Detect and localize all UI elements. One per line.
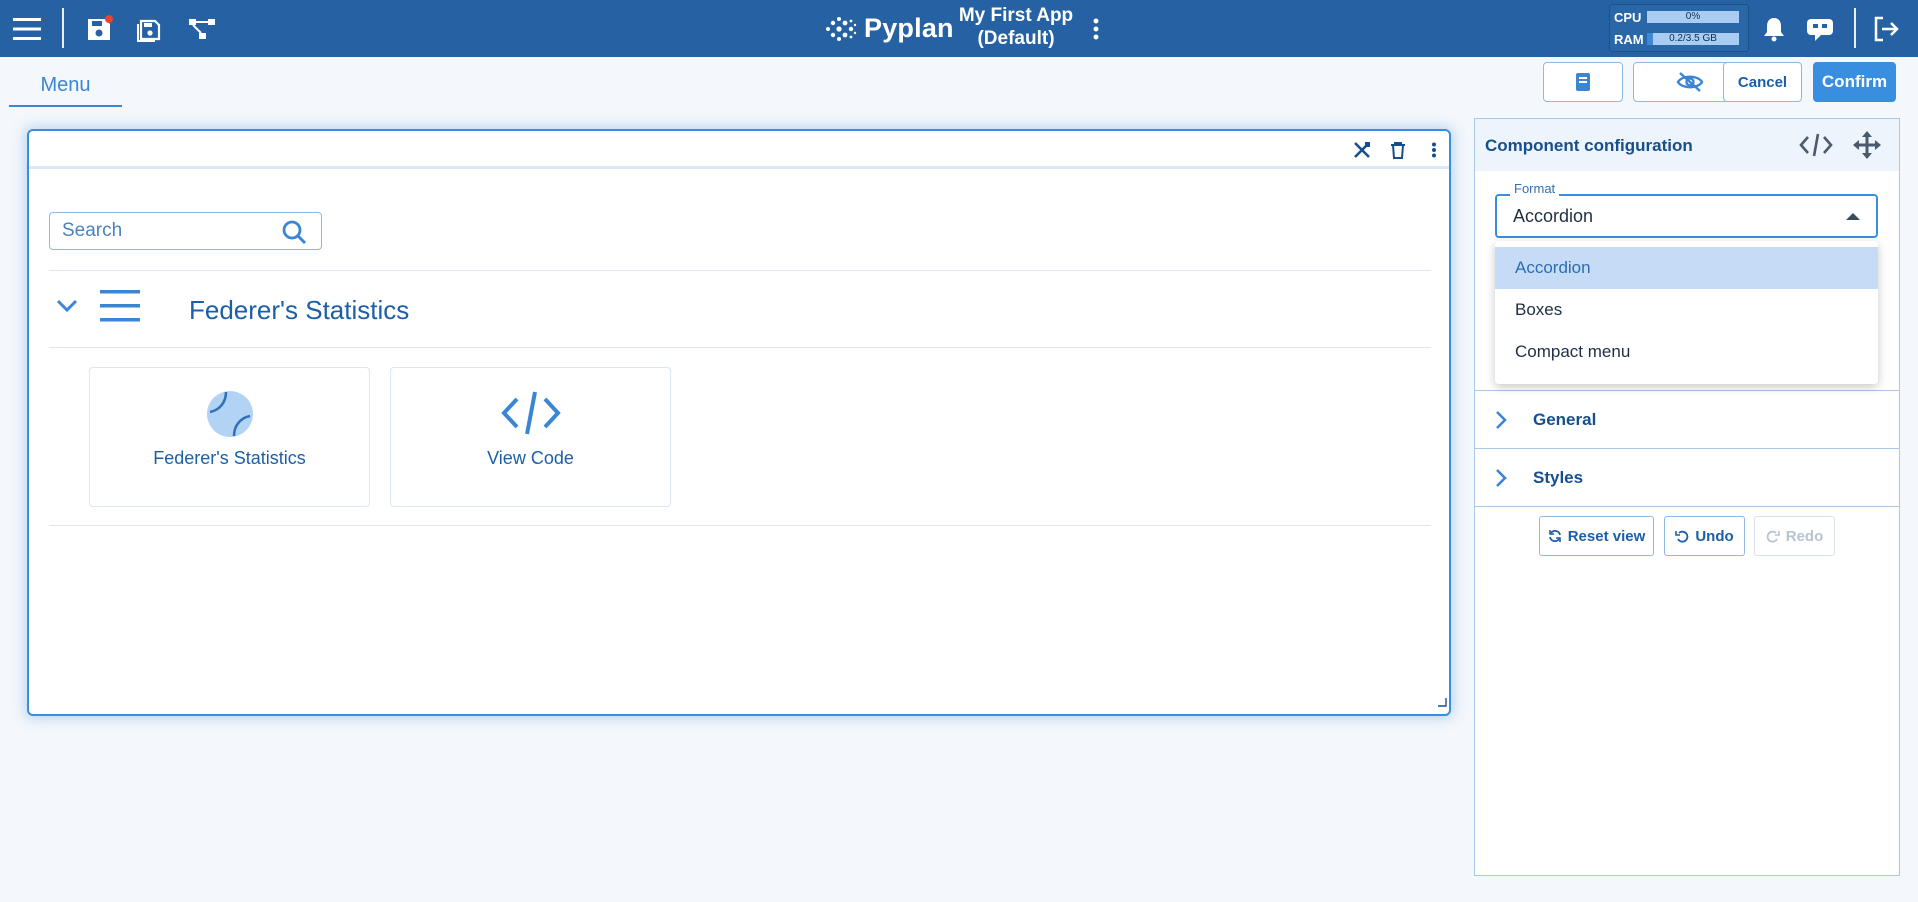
- format-option-compact-menu[interactable]: Compact menu: [1495, 331, 1878, 373]
- cpu-row: CPU: [1614, 10, 1641, 25]
- search-input[interactable]: [62, 218, 272, 244]
- panel-title: Component configuration: [1485, 136, 1693, 155]
- documentation-button[interactable]: [1543, 62, 1623, 102]
- chevron-right-icon: [1495, 468, 1507, 493]
- cpu-label: CPU: [1614, 10, 1642, 25]
- list-menu-icon: [99, 288, 141, 329]
- chevron-down-icon[interactable]: [55, 298, 79, 319]
- move-icon[interactable]: [1850, 129, 1884, 161]
- card-label: View Code: [487, 448, 574, 468]
- accordion-header[interactable]: Federer's Statistics: [49, 272, 1431, 348]
- panel-header: Component configuration: [1475, 119, 1899, 171]
- assistant-robot-icon[interactable]: [1803, 0, 1837, 57]
- search-box[interactable]: [49, 212, 322, 250]
- resource-monitor: CPU 0% RAM 0.2/3.5 GB: [1609, 4, 1749, 52]
- separator: [62, 8, 64, 48]
- format-option-boxes[interactable]: Boxes: [1495, 289, 1878, 331]
- eye-off-icon: [1676, 72, 1703, 92]
- app-title: My First App (Default): [950, 4, 1082, 50]
- ram-bar-fill: [1647, 33, 1653, 45]
- confirm-button[interactable]: Confirm: [1813, 62, 1896, 102]
- menu-card[interactable]: View Code: [390, 367, 671, 507]
- sub-bar: [0, 57, 1918, 117]
- card-label: Federer's Statistics: [153, 448, 306, 468]
- format-value: Accordion: [1513, 206, 1594, 226]
- divider: [49, 525, 1431, 526]
- redo-button[interactable]: Redo: [1754, 516, 1835, 556]
- section-label: Styles: [1533, 468, 1584, 487]
- component-toolbar: [29, 131, 1449, 169]
- hamburger-menu-icon[interactable]: [10, 0, 44, 57]
- search-icon[interactable]: [281, 219, 307, 250]
- section-styles[interactable]: Styles: [1475, 448, 1899, 506]
- brand-name: Pyplan: [864, 13, 954, 43]
- section-general[interactable]: General: [1475, 390, 1899, 448]
- chevron-right-icon: [1495, 410, 1507, 435]
- code-icon[interactable]: [1799, 129, 1833, 161]
- code-icon: [500, 390, 561, 441]
- undo-button[interactable]: Undo: [1664, 516, 1745, 556]
- ram-row: RAM: [1614, 32, 1644, 47]
- format-option-accordion[interactable]: Accordion: [1495, 247, 1878, 289]
- accordion-title: Federer's Statistics: [189, 295, 410, 325]
- top-bar: Pyplan My First App (Default) CPU 0% RAM…: [0, 0, 1918, 57]
- resize-handle-icon[interactable]: [1437, 694, 1447, 712]
- format-select[interactable]: Accordion: [1495, 194, 1878, 238]
- cancel-button[interactable]: Cancel: [1723, 62, 1802, 102]
- caret-up-icon: [1846, 213, 1860, 220]
- ram-bar: 0.2/3.5 GB: [1647, 33, 1739, 45]
- tennis-ball-icon: [206, 390, 254, 443]
- tools-icon[interactable]: [1351, 139, 1373, 161]
- delete-icon[interactable]: [1387, 139, 1409, 161]
- app-name: My First App: [958, 5, 1074, 26]
- app-scenario: (Default): [977, 28, 1055, 49]
- section-label: General: [1533, 410, 1597, 429]
- undo-label: Undo: [1695, 527, 1734, 545]
- bell-icon[interactable]: [1760, 0, 1788, 57]
- ram-value: 0.2/3.5 GB: [1669, 33, 1717, 44]
- cpu-value: 0%: [1685, 11, 1701, 22]
- divider: [49, 270, 1431, 271]
- pyplan-logo: Pyplan: [822, 0, 954, 57]
- format-dropdown: Accordion Boxes Compact menu: [1495, 241, 1878, 384]
- undo-icon: [1675, 530, 1689, 543]
- more-vertical-icon[interactable]: [1423, 139, 1445, 161]
- pyplan-logo-icon: [826, 16, 857, 41]
- save-as-icon[interactable]: [134, 0, 164, 57]
- separator: [1854, 8, 1856, 48]
- reset-view-label: Reset view: [1567, 527, 1646, 545]
- divider: [1475, 506, 1899, 507]
- cpu-bar: 0%: [1647, 11, 1739, 23]
- book-icon: [1576, 73, 1590, 91]
- refresh-icon: [1548, 530, 1561, 542]
- reset-view-button[interactable]: Reset view: [1539, 516, 1654, 556]
- redo-icon: [1766, 530, 1780, 543]
- ram-label: RAM: [1614, 32, 1644, 47]
- menu-card[interactable]: Federer's Statistics: [89, 367, 370, 507]
- format-label: Format: [1510, 181, 1560, 196]
- more-vertical-icon[interactable]: [1085, 0, 1107, 57]
- diagram-icon[interactable]: [186, 0, 218, 57]
- logout-icon[interactable]: [1870, 0, 1902, 57]
- divider: [49, 347, 1431, 348]
- menu-component[interactable]: Federer's Statistics Federer's Statistic…: [27, 129, 1451, 716]
- save-icon[interactable]: [84, 0, 114, 57]
- redo-label: Redo: [1785, 527, 1824, 545]
- tab-menu[interactable]: Menu: [9, 66, 122, 107]
